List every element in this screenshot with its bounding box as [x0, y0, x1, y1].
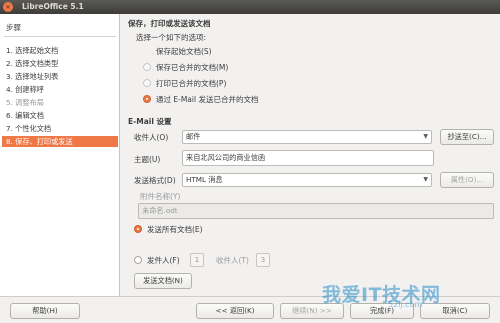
- choose-option-prompt: 选择一个如下的选项:: [136, 33, 207, 42]
- send-documents-button[interactable]: 发送文档(N): [134, 273, 192, 289]
- close-window-button[interactable]: ×: [3, 2, 13, 12]
- watermark-logo: 我爱IT技术网: [322, 284, 441, 306]
- send-format-combobox[interactable]: HTML 消息 ▼: [182, 173, 432, 187]
- properties-button[interactable]: 属性(O)...: [440, 172, 494, 188]
- email-settings-heading: E-Mail 设置: [128, 117, 172, 126]
- send-all-documents-radio[interactable]: [134, 225, 142, 233]
- save-merged-label[interactable]: 保存已合并的文档(M): [156, 62, 228, 73]
- send-all-documents-label[interactable]: 发送所有文档(E): [147, 224, 203, 235]
- chevron-down-icon: ▼: [423, 176, 428, 183]
- watermark-url: 52ij.com: [388, 300, 423, 309]
- receiver-label: 收件人(T): [216, 256, 249, 265]
- steps-sidebar: 步骤 1. 选择起始文档 2. 选择文档类型 3. 选择地址列表 4. 创建称呼…: [0, 14, 120, 296]
- main-panel: 保存，打印或发送该文档 选择一个如下的选项: 保存起始文档(S) 保存已合并的文…: [124, 14, 500, 296]
- recipient-value: 邮件: [186, 132, 201, 141]
- print-merged-radio[interactable]: [143, 79, 151, 87]
- subject-label: 主题(U): [134, 155, 161, 164]
- title-bar: × LibreOffice 5.1: [0, 0, 500, 14]
- print-merged-label[interactable]: 打印已合并的文档(P): [156, 78, 226, 89]
- subject-input[interactable]: 来自北风公司的商业信函: [182, 150, 434, 166]
- recipient-label: 收件人(O): [134, 133, 169, 142]
- step-create-salutation[interactable]: 4. 创建称呼: [6, 84, 118, 95]
- back-button[interactable]: << 返回(K): [196, 303, 274, 319]
- attachment-name-input[interactable]: 未命名.odt: [138, 203, 494, 219]
- step-select-document-type[interactable]: 2. 选择文档类型: [6, 58, 118, 69]
- step-save-print-send[interactable]: 8. 保存、打印或发送: [2, 136, 118, 147]
- recipient-combobox[interactable]: 邮件 ▼: [182, 130, 432, 144]
- step-personalize-document[interactable]: 7. 个性化文档: [6, 123, 118, 134]
- send-format-value: HTML 消息: [186, 175, 223, 184]
- receiver-spinbox[interactable]: 3: [256, 253, 270, 267]
- sender-label[interactable]: 发件人(F): [147, 255, 180, 266]
- sidebar-divider: [4, 36, 116, 37]
- help-button[interactable]: 帮助(H): [10, 303, 80, 319]
- save-start-document-link[interactable]: 保存起始文档(S): [156, 46, 212, 57]
- save-merged-radio[interactable]: [143, 63, 151, 71]
- email-merged-radio[interactable]: [143, 95, 151, 103]
- step-edit-document[interactable]: 6. 编辑文档: [6, 110, 118, 121]
- page-heading: 保存，打印或发送该文档: [128, 19, 211, 28]
- send-format-label: 发送格式(D): [134, 176, 176, 185]
- sender-spinbox[interactable]: 1: [190, 253, 204, 267]
- attachment-name-label: 附件名称(Y): [140, 192, 181, 201]
- email-merged-label[interactable]: 通过 E-Mail 发送已合并的文档: [156, 94, 258, 105]
- steps-title: 步骤: [6, 23, 21, 32]
- step-select-start-document[interactable]: 1. 选择起始文档: [6, 45, 118, 56]
- window-title: LibreOffice 5.1: [22, 2, 84, 11]
- step-select-address-list[interactable]: 3. 选择地址列表: [6, 71, 118, 82]
- copy-to-button[interactable]: 抄送至(C)...: [440, 129, 494, 145]
- step-adjust-layout: 5. 调整布局: [6, 98, 44, 107]
- chevron-down-icon: ▼: [423, 133, 428, 140]
- send-range-radio[interactable]: [134, 256, 142, 264]
